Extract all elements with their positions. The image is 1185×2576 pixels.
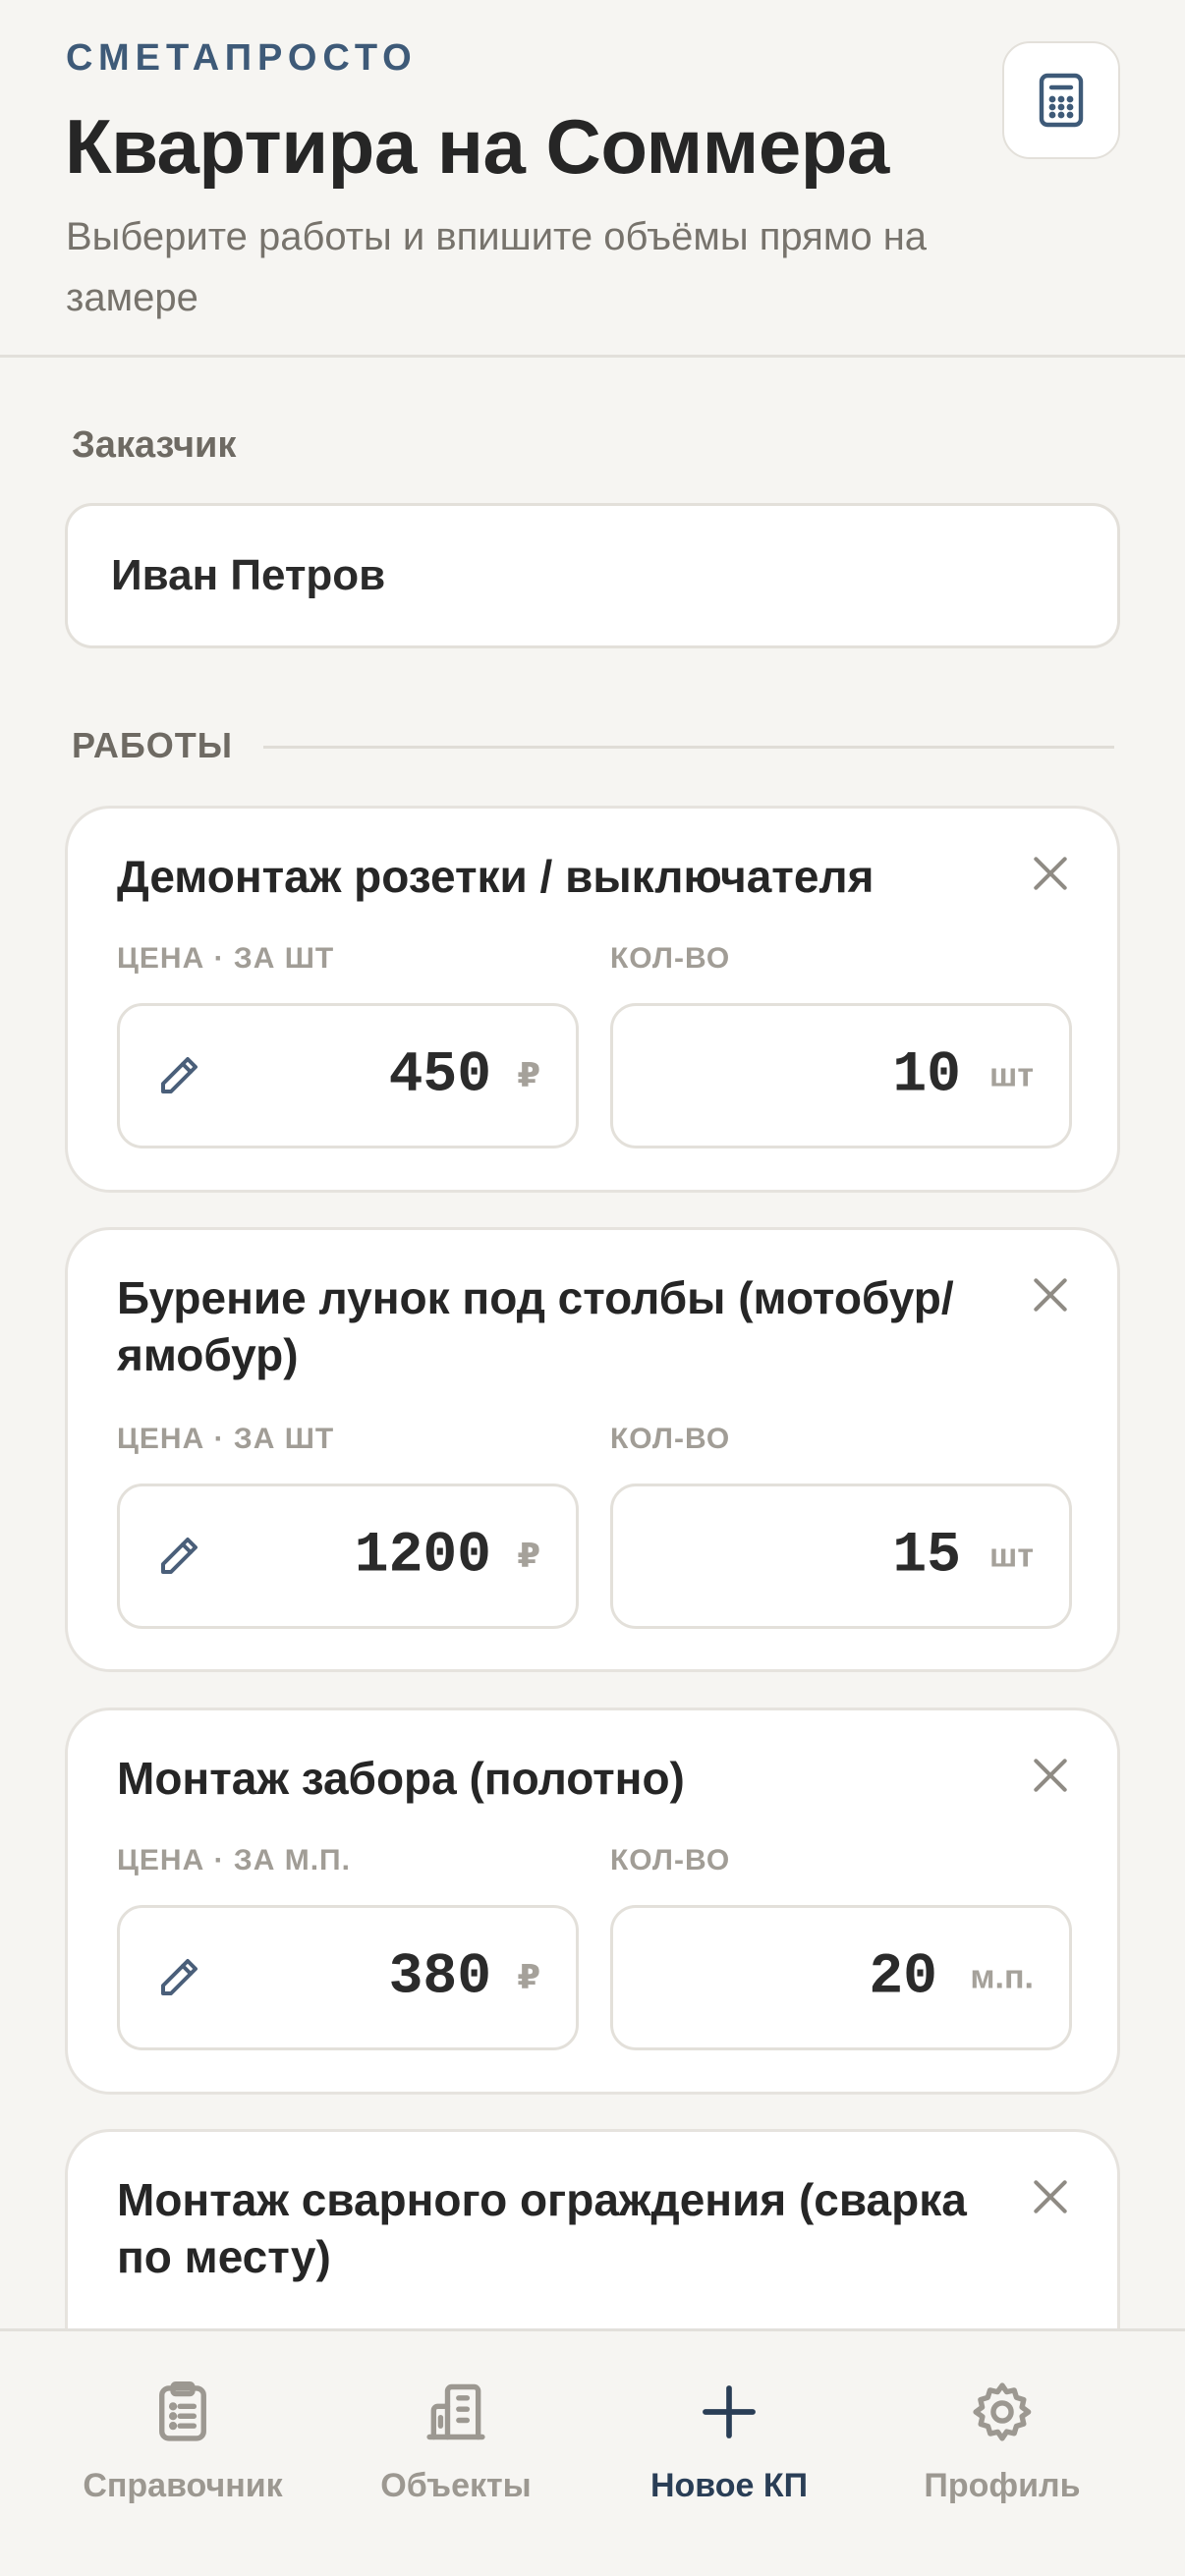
work-title: Бурение лунок под столбы (мотобур/ямобур… [117,1272,954,1380]
gear-icon [973,2382,1032,2441]
work-card: Демонтаж розетки / выключателя ЦЕНА · ЗА… [65,806,1120,1193]
qty-input[interactable]: 20 м.п. [610,1905,1072,2050]
tab-new-proposal[interactable]: Новое КП [592,2331,867,2528]
work-card: Бурение лунок под столбы (мотобур/ямобур… [65,1227,1120,1672]
page-title: Квартира на Соммера [65,103,889,190]
pencil-icon [161,1538,198,1574]
qty-input[interactable]: 10 шт [610,1003,1072,1148]
price-label: ЦЕНА · ЗА ШТ [117,942,335,975]
tab-objects[interactable]: Объекты [318,2331,593,2528]
tab-label: Объекты [380,2467,532,2504]
price-value: 380 [388,1945,491,2010]
qty-unit: шт [989,1537,1034,1575]
calculator-icon [1039,73,1084,128]
price-label: ЦЕНА · ЗА М.П. [117,1844,351,1876]
qty-value: 20 [869,1945,937,2010]
page-subtitle: Выберите работы и впишите объёмы прямо н… [66,215,928,319]
qty-label: КОЛ-ВО [610,1844,731,1876]
currency-sign: ₽ [517,1959,540,1996]
qty-unit: шт [989,1056,1034,1094]
tab-label: Профиль [924,2467,1081,2504]
qty-label: КОЛ-ВО [610,942,731,975]
close-icon[interactable] [1029,2175,1072,2218]
price-input[interactable]: 380 ₽ [117,1905,579,2050]
tab-profile[interactable]: Профиль [865,2331,1140,2528]
currency-sign: ₽ [517,1057,540,1094]
close-icon[interactable] [1029,1754,1072,1797]
customer-input[interactable]: Иван Петров [65,503,1120,648]
close-icon[interactable] [1029,852,1072,895]
tab-bar: Справочник Объекты Новое КП Профиль [0,2328,1185,2576]
price-input[interactable]: 450 ₽ [117,1003,579,1148]
qty-input[interactable]: 15 шт [610,1484,1072,1629]
qty-value: 10 [892,1043,961,1108]
brand-name: СМЕТАПРОСТО [66,37,418,79]
price-value: 1200 [354,1524,491,1589]
price-label: ЦЕНА · ЗА ШТ [117,1423,335,1455]
tab-reference[interactable]: Справочник [45,2331,320,2528]
building-icon [426,2383,485,2440]
work-card: Монтаж забора (полотно) ЦЕНА · ЗА М.П. К… [65,1708,1120,2095]
price-value: 450 [388,1043,491,1108]
plus-icon [703,2385,756,2438]
pencil-icon [161,1959,198,1995]
customer-value: Иван Петров [111,551,386,599]
price-input[interactable]: 1200 ₽ [117,1484,579,1629]
works-section-title: РАБОТЫ [72,725,233,765]
currency-sign: ₽ [517,1538,540,1575]
close-icon[interactable] [1029,1273,1072,1316]
customer-label: Заказчик [72,424,237,466]
qty-value: 15 [892,1524,961,1589]
work-title: Демонтаж розетки / выключателя [117,851,875,902]
qty-unit: м.п. [970,1958,1034,1996]
tab-label: Новое КП [649,2467,809,2504]
header: СМЕТАПРОСТО Квартира на Соммера Выберите… [0,0,1185,358]
calculator-button[interactable] [1002,41,1120,159]
qty-label: КОЛ-ВО [610,1423,731,1455]
pencil-icon [161,1057,198,1093]
work-title: Монтаж сварного ограждения (сварка по ме… [117,2174,967,2282]
work-title: Монтаж забора (полотно) [117,1753,685,1804]
clipboard-icon [159,2380,206,2441]
tab-label: Справочник [83,2467,283,2504]
section-divider [263,746,1114,749]
app-screen: СМЕТАПРОСТО Квартира на Соммера Выберите… [0,0,1185,2576]
